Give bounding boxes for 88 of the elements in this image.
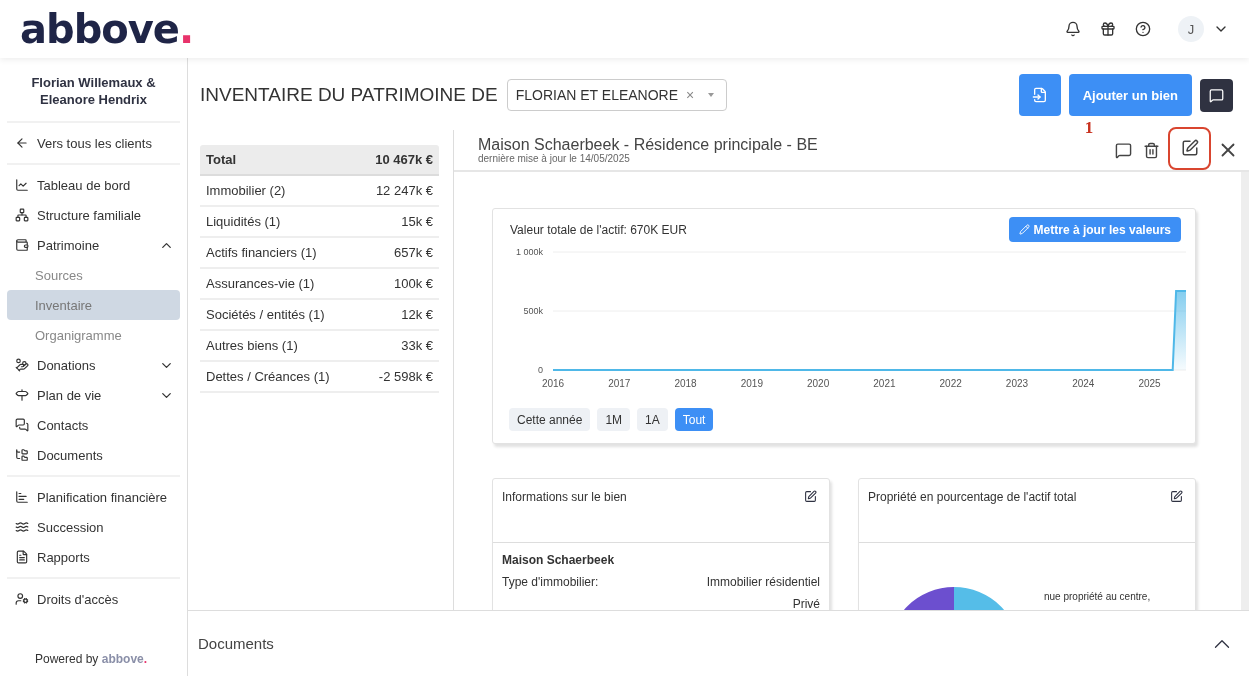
bar-chart-icon [15,490,29,504]
sidebar-item[interactable]: Planification financière [7,482,180,512]
documents-bar[interactable]: Documents [188,610,1249,676]
annotation-number: 1 [1084,118,1094,138]
document-icon [15,550,29,564]
pencil-icon [1018,224,1030,235]
range-button[interactable]: Cette année [509,408,591,431]
table-cell: -2 598k € [378,369,433,384]
table-cell: Assurances-vie (1) [206,276,315,291]
sidebar-item[interactable]: Documents [7,440,180,470]
field-value: Immobilier résidentiel [706,575,820,589]
table-cell: 657k € [393,245,433,260]
client-select[interactable]: FLORIAN ET ELEANORE × [506,79,728,111]
y-tick-label: 1 000k [515,247,543,257]
table-cell: 10 467k € [375,152,433,167]
table-cell: 100k € [393,276,433,291]
back-link[interactable]: Vers tous les clients [7,128,180,158]
table-cell: Dettes / Créances (1) [206,369,330,384]
sidebar-item[interactable]: Contacts [7,410,180,440]
x-tick-label: 2017 [608,378,631,389]
table-cell: 33k € [401,338,433,353]
asset-title: Maison Schaerbeek - Résidence principale - BE [478,136,818,153]
x-tick-label: 2019 [740,378,763,389]
sidebar-item[interactable]: Rapports [7,542,180,572]
page-title: INVENTAIRE DU PATRIMOINE DE [200,84,498,106]
comment-button[interactable] [1200,78,1233,112]
edit-button[interactable] [1168,126,1211,170]
gift-icon[interactable] [1100,21,1116,37]
sidebar-subitem[interactable]: Sources [7,260,180,290]
network-icon [15,208,29,222]
chat-bubble-icon [1209,87,1224,103]
card-title: Valeur totale de l'actif: 670K EUR [510,222,687,237]
table-cell: 12k € [401,307,433,322]
x-tick-label: 2020 [807,378,830,389]
range-button[interactable]: 1A [637,408,668,431]
card-title: Propriété en pourcentage de l'actif total [868,490,1077,504]
table-cell: Liquidités (1) [206,214,281,229]
table-cell: 15k € [401,214,433,229]
y-tick-label: 500k [523,306,543,316]
sidebar-item[interactable]: Structure familiale [7,200,180,230]
range-button[interactable]: 1M [597,408,631,431]
chart-legend-text: nue propriété au centre, [1044,591,1151,602]
table-cell: 12 247k € [375,183,433,198]
x-tick-label: 2016 [541,378,565,389]
table-cell: Autres biens (1) [206,338,298,353]
x-tick-label: 2024 [1072,378,1095,389]
file-import-icon [1031,87,1048,103]
signpost-icon [15,388,29,402]
logo[interactable]: abbove. [20,9,194,49]
help-icon[interactable] [1135,21,1151,37]
sidebar-subitem[interactable]: Organigramme [7,320,180,350]
edit-icon[interactable] [804,490,817,503]
chat-icon [15,418,29,432]
table-cell: Actifs financiers (1) [206,245,317,260]
x-tick-label: 2025 [1138,378,1161,389]
table-cell: Sociétés / entités (1) [206,307,325,322]
sidebar-item[interactable]: Droits d'accès [7,584,180,614]
field-value: Privé [792,597,820,610]
field-label: Type d'immobilier: [502,575,599,589]
sidebar-item[interactable]: Patrimoine [7,230,180,260]
sidebar-item[interactable]: Plan de vie [7,380,180,410]
user-avatar[interactable]: J [1178,16,1204,42]
import-button[interactable] [1018,74,1061,116]
wallet-icon [15,238,29,252]
x-tick-label: 2022 [939,378,962,389]
sidebar-item[interactable]: Tableau de bord [7,170,180,200]
powered-by-text: Powered by abbove. [34,652,149,668]
notification-bell-icon[interactable] [1065,21,1081,37]
sidebar-item[interactable]: Succession [7,512,180,542]
y-tick-label: 0 [538,365,543,375]
folder-tree-icon [15,448,29,462]
x-tick-label: 2018 [674,378,697,389]
line-chart-icon [15,178,29,192]
x-tick-label: 2023 [1005,378,1029,389]
asset-name: Maison Schaerbeek [502,553,616,567]
table-cell: Immobilier (2) [206,183,286,198]
documents-title: Documents [198,635,274,652]
waves-icon [15,520,29,534]
hand-coins-icon [15,358,29,372]
sidebar-item[interactable]: Donations [7,350,180,380]
user-gear-icon [15,592,29,606]
card-title: Informations sur le bien [502,490,627,504]
x-tick-label: 2021 [873,378,896,389]
last-updated-text: dernière mise à jour le 14/05/2025 [478,153,631,164]
edit-icon [1180,139,1199,157]
table-cell: Total [206,152,237,167]
edit-icon[interactable] [1170,490,1183,503]
client-name: Florian Willemaux & Eleanore Hendrix [30,74,157,109]
